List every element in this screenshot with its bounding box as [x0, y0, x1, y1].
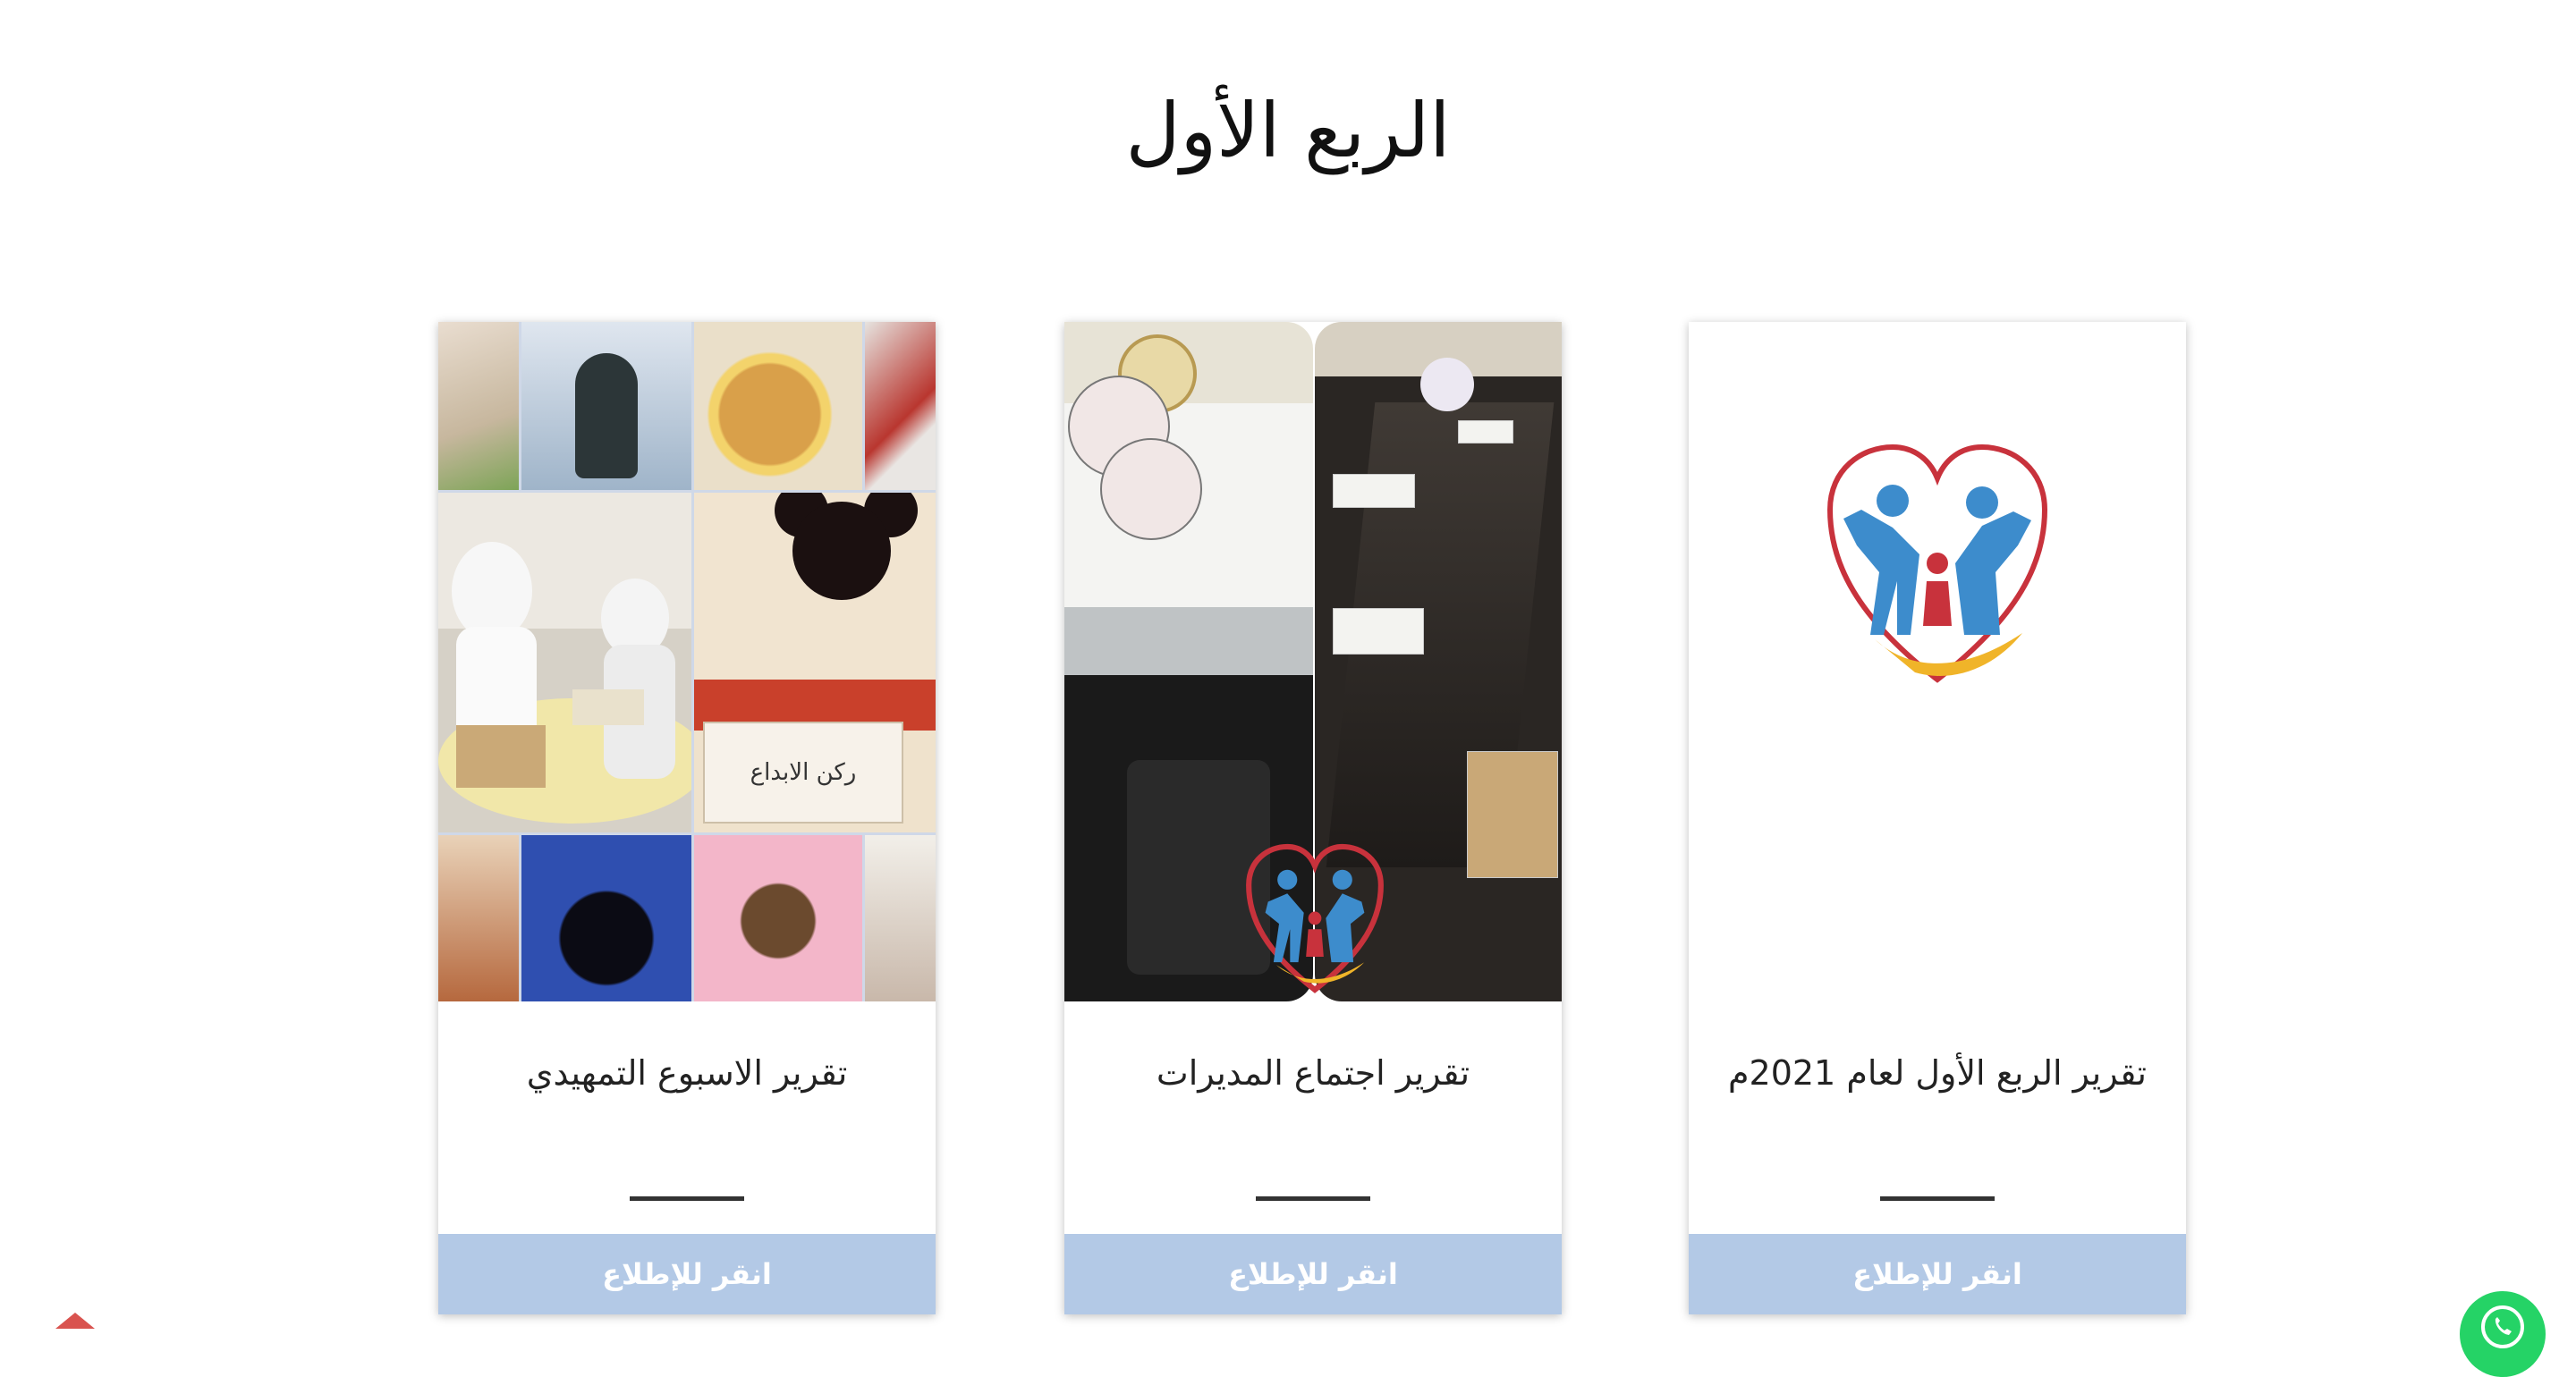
card-image-logo[interactable] [1689, 322, 2186, 1001]
card-directors-meeting-report[interactable]: تقرير اجتماع المديرات انقر للإطلاع [1064, 322, 1562, 1314]
card-title: تقرير الربع الأول لعام 2021م [1728, 1053, 2147, 1093]
card-intro-week-report[interactable]: ركن الابداع تقرير الاسبوع التمهيدي انقر … [438, 322, 936, 1314]
view-report-button[interactable]: انقر للإطلاع [1689, 1234, 2186, 1314]
whatsapp-icon[interactable] [2460, 1291, 2546, 1377]
association-logo [1826, 444, 2048, 683]
page-title: الربع الأول [1125, 87, 1451, 175]
chevron-up-icon[interactable] [55, 1313, 95, 1329]
view-report-button[interactable]: انقر للإطلاع [1064, 1234, 1562, 1314]
card-divider [630, 1196, 744, 1201]
association-logo-small [1246, 843, 1384, 993]
card-image-meeting[interactable] [1064, 322, 1562, 1001]
card-image-collage[interactable]: ركن الابداع [438, 322, 936, 1001]
creativity-corner-sign: ركن الابداع [703, 722, 903, 824]
card-title: تقرير الاسبوع التمهيدي [526, 1053, 848, 1093]
card-divider [1256, 1196, 1370, 1201]
view-report-button[interactable]: انقر للإطلاع [438, 1234, 936, 1314]
card-divider [1880, 1196, 1995, 1201]
cards-row: ركن الابداع تقرير الاسبوع التمهيدي انقر … [438, 322, 2191, 1314]
card-title: تقرير اجتماع المديرات [1156, 1053, 1470, 1093]
card-first-quarter-report[interactable]: تقرير الربع الأول لعام 2021م انقر للإطلا… [1689, 322, 2186, 1314]
